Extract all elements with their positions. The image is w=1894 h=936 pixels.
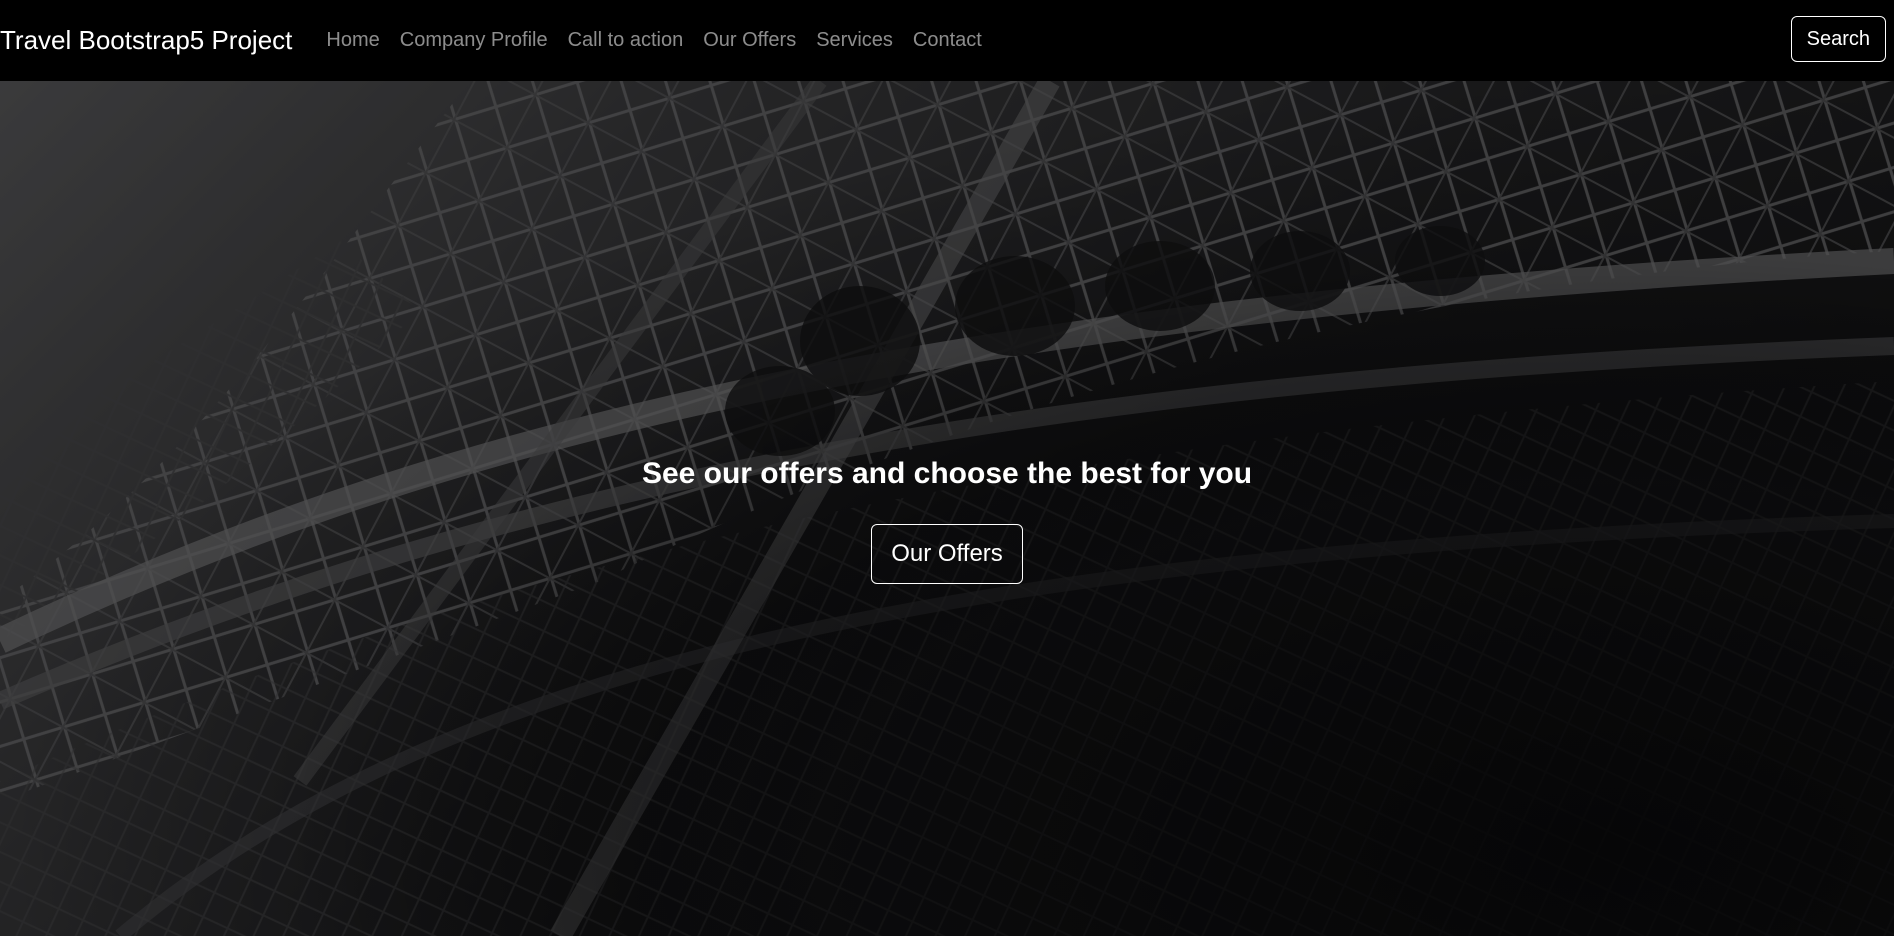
our-offers-button[interactable]: Our Offers — [871, 524, 1023, 584]
nav-link-company-profile[interactable]: Company Profile — [390, 29, 558, 52]
search-button[interactable]: Search — [1790, 16, 1886, 62]
hero-title: See our offers and choose the best for y… — [641, 457, 1253, 490]
hero-section: See our offers and choose the best for y… — [0, 81, 1894, 936]
nav-link-services[interactable]: Services — [806, 29, 903, 52]
nav-link-contact[interactable]: Contact — [903, 29, 992, 52]
hero-content: See our offers and choose the best for y… — [0, 456, 1894, 584]
nav-links: Home Company Profile Call to action Our … — [316, 29, 991, 52]
nav-link-home[interactable]: Home — [316, 29, 389, 52]
nav-link-call-to-action[interactable]: Call to action — [558, 29, 694, 52]
nav-link-our-offers[interactable]: Our Offers — [693, 29, 806, 52]
navbar-brand[interactable]: Travel Bootstrap5 Project — [0, 25, 292, 56]
navbar: Travel Bootstrap5 Project Home Company P… — [0, 0, 1894, 81]
